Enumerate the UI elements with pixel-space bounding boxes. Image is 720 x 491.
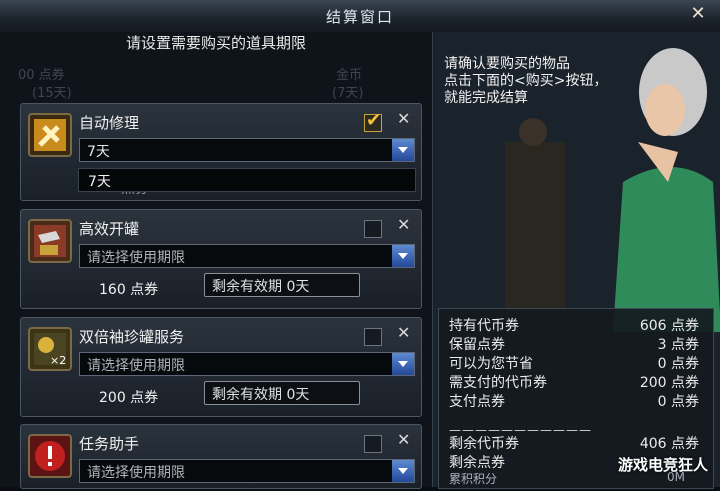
item-name: 任务助手 <box>79 435 140 453</box>
instruction-text: 请设置需要购买的道具期限 <box>125 34 306 52</box>
period-select-value: 请选择使用期限 <box>87 358 185 374</box>
period-select[interactable]: 7天 <box>79 138 415 162</box>
period-select[interactable]: 请选择使用期限 <box>79 352 415 376</box>
remove-icon[interactable]: ✕ <box>397 109 410 128</box>
watermark: 游戏电竞狂人 <box>617 456 708 474</box>
title-bar[interactable]: 结算窗口 ✕ <box>0 0 720 33</box>
check-icon: ✔ <box>366 110 382 131</box>
remaining-validity: 剩余有效期 0天 <box>204 273 360 297</box>
svg-text:×2: ×2 <box>50 354 66 367</box>
background-text: 金币 <box>336 68 363 83</box>
chevron-down-icon[interactable] <box>392 460 414 482</box>
double-jar-icon: ×2 <box>28 327 72 371</box>
item-checkbox[interactable] <box>364 328 382 346</box>
hammer-jar-icon <box>28 219 72 263</box>
remove-icon[interactable]: ✕ <box>397 215 410 234</box>
remove-icon[interactable]: ✕ <box>397 430 410 449</box>
period-select[interactable]: 请选择使用期限 <box>79 459 415 483</box>
task-alert-icon <box>28 434 72 478</box>
period-select[interactable]: 请选择使用期限 <box>79 244 415 268</box>
window-title: 结算窗口 <box>325 8 394 26</box>
item-efficient-jar: 高效开罐 ✕ 请选择使用期限 160 点券 剩余有效期 0天 <box>20 209 422 309</box>
dropdown-option[interactable]: 7天 <box>88 171 111 191</box>
item-task-helper: 任务助手 ✕ 请选择使用期限 <box>20 424 422 489</box>
item-checkbox[interactable]: ✔ <box>364 110 382 132</box>
remove-icon[interactable]: ✕ <box>397 323 410 342</box>
period-select-value: 7天 <box>87 144 110 160</box>
chevron-down-icon[interactable] <box>392 139 414 161</box>
period-select-value: 请选择使用期限 <box>87 465 185 481</box>
checkout-window: 结算窗口 ✕ 00 点券 (15天) 金币 (7天) 请设置需要购买的道具期限 … <box>0 0 720 489</box>
background-text: 00 点券 <box>18 68 65 83</box>
hammer-icon <box>28 113 72 157</box>
confirm-message: 请确认要购买的物品 点击下面的<购买>按钮， 就能完成结算 <box>444 56 608 106</box>
item-name: 双倍袖珍罐服务 <box>79 328 185 346</box>
close-icon[interactable]: ✕ <box>688 4 708 24</box>
item-double-jar: ×2 双倍袖珍罐服务 ✕ 请选择使用期限 200 点券 剩余有效期 0天 <box>20 317 422 417</box>
chevron-down-icon[interactable] <box>392 353 414 375</box>
item-price: 200 点券 <box>99 390 159 406</box>
item-name: 自动修理 <box>79 114 140 132</box>
item-checkbox[interactable] <box>364 220 382 238</box>
chevron-down-icon[interactable] <box>392 245 414 267</box>
item-name: 高效开罐 <box>79 220 140 238</box>
item-checkbox[interactable] <box>364 435 382 453</box>
background-text: (15天) <box>32 86 72 101</box>
item-price: 160 点券 <box>99 282 159 298</box>
background-text: (7天) <box>332 86 364 101</box>
period-select-value: 请选择使用期限 <box>87 250 185 266</box>
period-dropdown-list: 7天 <box>78 168 416 192</box>
remaining-validity: 剩余有效期 0天 <box>204 381 360 405</box>
